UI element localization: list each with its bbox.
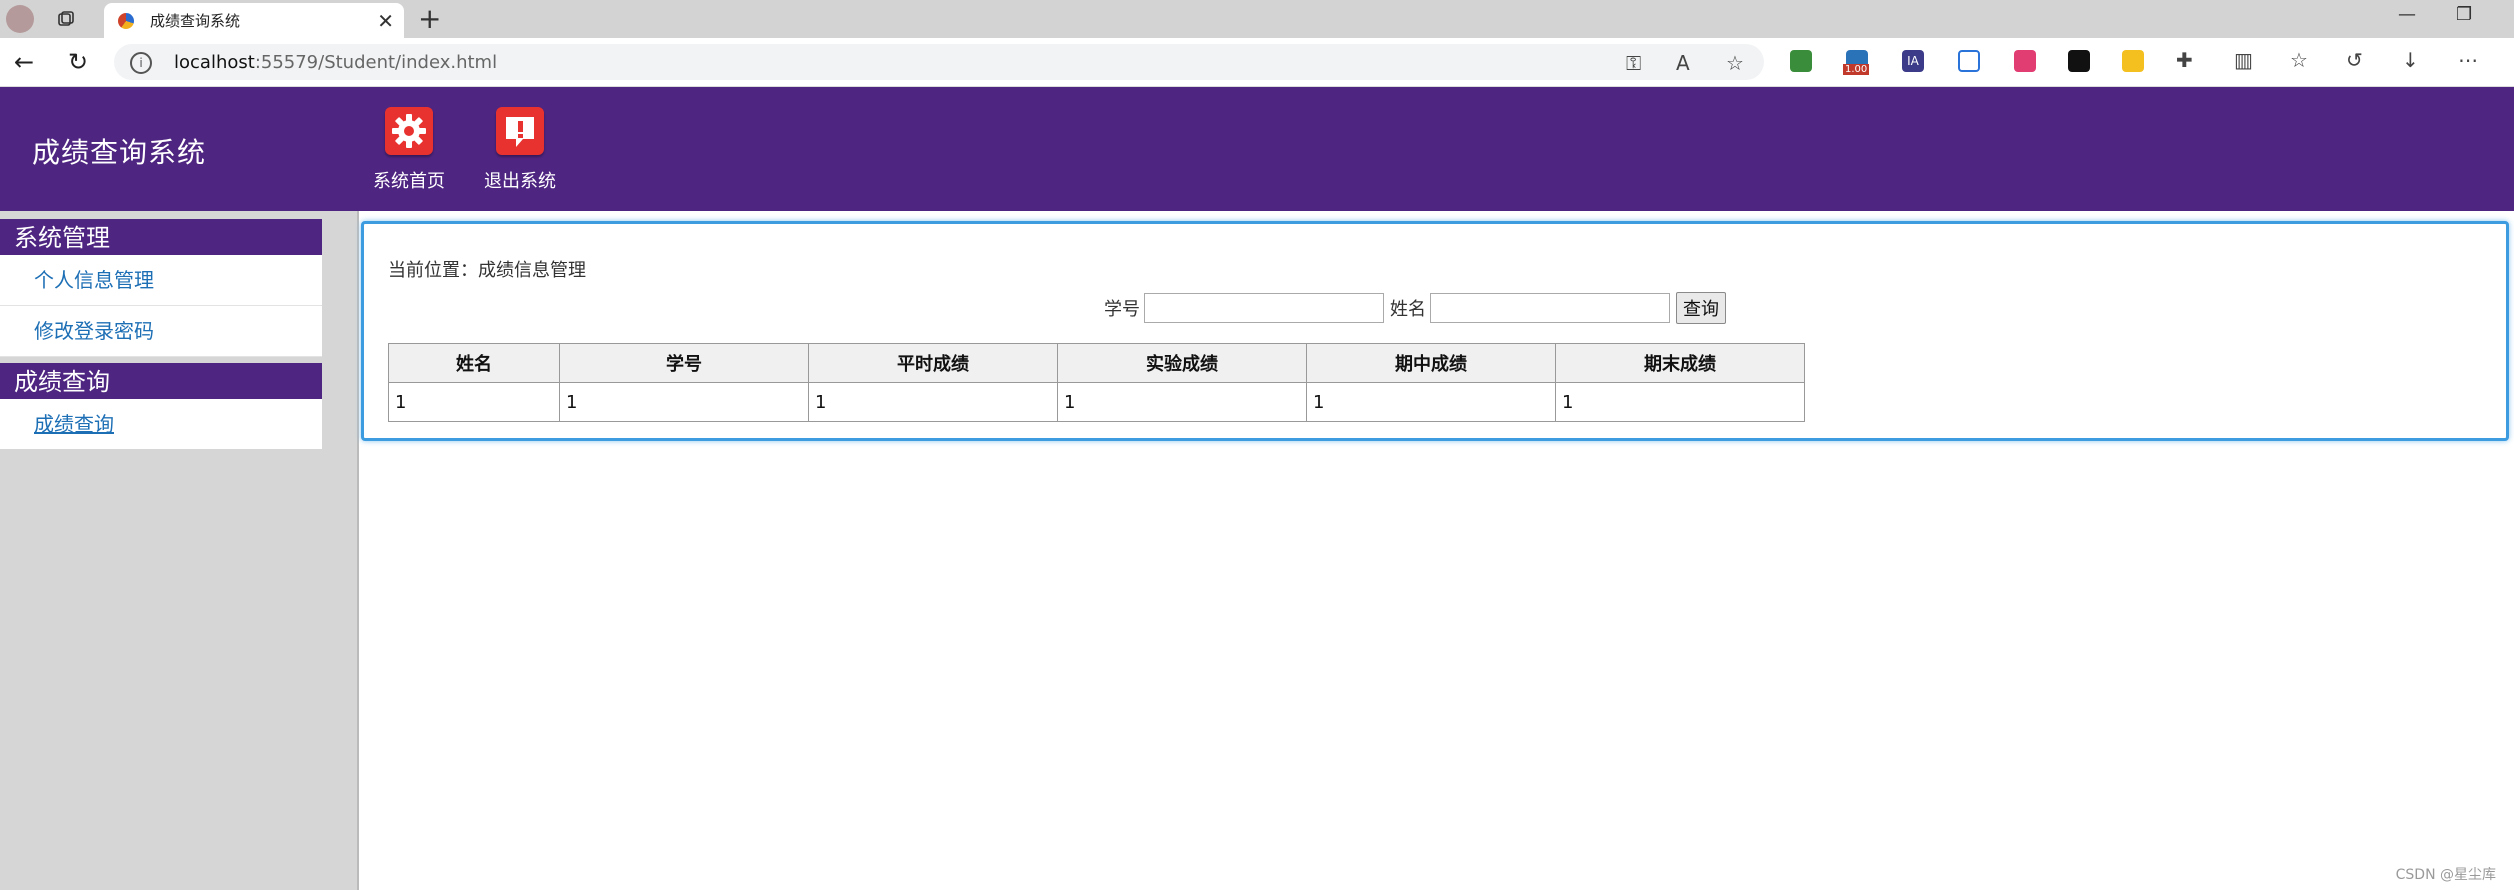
nav-home-label: 系统首页 [373,171,445,192]
table-header-row: 姓名 学号 平时成绩 实验成绩 期中成绩 期末成绩 [388,343,1805,383]
content-panel: 当前位置：成绩信息管理 学号 姓名 查询 姓名 学号 平时成绩 实验成绩 期中成… [361,221,2509,441]
browser-tab-bar: 成绩查询系统 ✕ + — ❐ [0,0,2514,38]
extension-swap-icon[interactable] [1958,50,1980,72]
search-form: 学号 姓名 查询 [1104,292,1726,324]
restore-icon[interactable]: ❐ [2456,4,2472,25]
nav-home-button[interactable]: 系统首页 [364,107,454,193]
app-title: 成绩查询系统 [32,136,207,169]
column-header-lab-score: 实验成绩 [1057,343,1307,383]
column-header-name: 姓名 [388,343,560,383]
read-aloud-icon[interactable]: A [1676,51,1690,75]
student-id-input[interactable] [1144,293,1384,323]
url-text[interactable]: localhost:55579/Student/index.html [174,52,497,73]
workspaces-icon[interactable] [52,5,80,33]
student-id-label: 学号 [1104,299,1140,320]
address-bar[interactable]: i localhost:55579/Student/index.html ⚿ A… [114,44,1764,80]
name-label: 姓名 [1390,299,1426,320]
split-screen-icon[interactable]: ▥ [2234,48,2253,72]
extension-ia-icon[interactable]: IA [1902,50,1924,72]
nav-logout-button[interactable]: 退出系统 [475,107,565,193]
browser-tab-active[interactable]: 成绩查询系统 ✕ [104,3,404,38]
site-info-icon[interactable]: i [130,52,152,74]
browser-toolbar: ← ↻ i localhost:55579/Student/index.html… [0,38,2514,87]
query-button[interactable]: 查询 [1676,292,1726,324]
sidebar-item-score-query[interactable]: 成绩查询 [0,399,322,449]
new-tab-icon[interactable]: + [418,2,441,35]
more-menu-icon[interactable]: ⋯ [2458,48,2478,72]
app-header: 成绩查询系统 系统首页 退出系统 [0,87,2514,211]
extension-badge-count: 1.00 [1843,64,1870,75]
table-row: 1 1 1 1 1 1 [388,382,1805,422]
cell-name: 1 [388,382,560,422]
column-header-midterm-score: 期中成绩 [1306,343,1556,383]
favorite-star-icon[interactable]: ☆ [1726,51,1744,75]
cell-final-score: 1 [1555,382,1805,422]
reload-icon[interactable]: ↻ [62,46,94,78]
nav-logout-label: 退出系统 [484,171,556,192]
name-input[interactable] [1430,293,1670,323]
cell-usual-score: 1 [808,382,1058,422]
extensions-puzzle-icon[interactable]: ✚ [2176,48,2193,72]
extension-yellow-icon[interactable] [2122,50,2144,72]
extension-translate-icon[interactable] [2014,50,2036,72]
key-icon[interactable]: ⚿ [1626,51,1641,75]
downloads-icon[interactable]: ↓ [2402,48,2419,72]
sidebar-item-personal-info[interactable]: 个人信息管理 [0,255,322,306]
tab-favicon-icon [118,12,134,29]
watermark: CSDN @星尘库 [2395,867,2496,883]
alert-icon [496,107,544,155]
sidebar-group-scores: 成绩查询 [0,399,322,449]
column-header-final-score: 期末成绩 [1555,343,1805,383]
extension-dark-icon[interactable] [2068,50,2090,72]
url-path: :55579/Student/index.html [254,52,498,73]
minimize-icon[interactable]: — [2398,4,2416,25]
tab-title: 成绩查询系统 [150,12,241,30]
sidebar-group-scores-title[interactable]: 成绩查询 [0,363,322,399]
back-arrow-icon[interactable]: ← [8,46,40,78]
cell-midterm-score: 1 [1306,382,1556,422]
profile-avatar-icon[interactable] [6,5,34,33]
gear-icon [385,107,433,155]
sidebar-item-change-password[interactable]: 修改登录密码 [0,306,322,357]
cell-student-id: 1 [559,382,809,422]
tab-close-icon[interactable]: ✕ [377,9,394,33]
extension-globe-icon[interactable] [1790,50,1812,72]
history-icon[interactable]: ↺ [2346,48,2363,72]
url-host: localhost [174,52,255,73]
column-header-student-id: 学号 [559,343,809,383]
column-header-usual-score: 平时成绩 [808,343,1058,383]
sidebar-group-system-title[interactable]: 系统管理 [0,219,322,255]
cell-lab-score: 1 [1057,382,1307,422]
sidebar: 系统管理 个人信息管理 修改登录密码 成绩查询 成绩查询 [0,211,357,890]
main-content: 当前位置：成绩信息管理 学号 姓名 查询 姓名 学号 平时成绩 实验成绩 期中成… [357,211,2514,890]
sidebar-group-system: 个人信息管理 修改登录密码 [0,255,322,357]
score-table: 姓名 学号 平时成绩 实验成绩 期中成绩 期末成绩 1 1 1 1 1 1 [388,343,1805,422]
favorites-icon[interactable]: ☆ [2290,48,2308,72]
breadcrumb: 当前位置：成绩信息管理 [388,260,586,281]
